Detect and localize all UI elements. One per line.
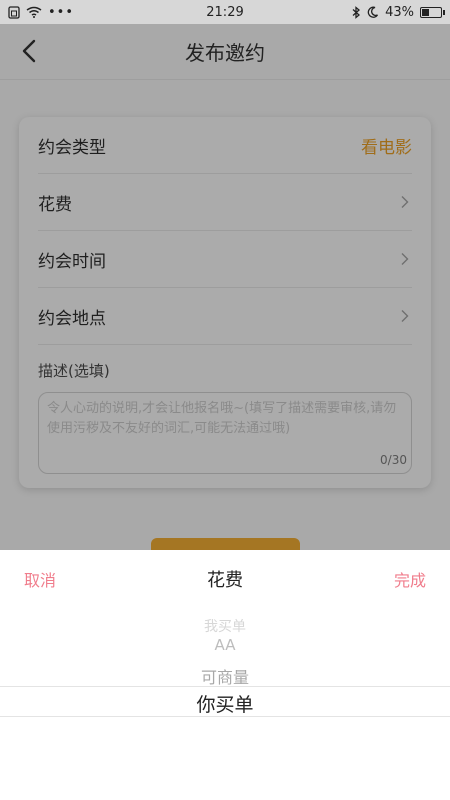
- status-right: 43%: [292, 4, 445, 20]
- description-label: 描述(选填): [38, 362, 110, 380]
- battery-icon: [420, 6, 445, 18]
- time-label: 约会时间: [38, 251, 106, 272]
- chevron-right-icon: [401, 310, 409, 322]
- description-placeholder: 令人心动的说明,才会让他报名哦~(填写了描述需要审核,请勿使用污秽及不友好的词汇…: [47, 401, 397, 436]
- time-row[interactable]: 约会时间: [38, 231, 412, 288]
- battery-percent: 43%: [385, 4, 414, 20]
- status-left: •••: [8, 5, 158, 20]
- header-bar: 发布邀约: [0, 24, 450, 80]
- sim-icon: [8, 5, 20, 19]
- place-row[interactable]: 约会地点: [38, 288, 412, 345]
- submit-button[interactable]: [151, 538, 300, 550]
- status-time: 21:29: [206, 4, 244, 20]
- date-type-label: 约会类型: [38, 137, 106, 158]
- date-type-row[interactable]: 约会类型 看电影: [38, 117, 412, 174]
- wifi-icon: [26, 6, 42, 18]
- picker-wheel[interactable]: 我买单 AA 可商量 你买单: [0, 608, 450, 728]
- cost-label: 花费: [38, 194, 72, 215]
- more-dots-icon: •••: [48, 4, 75, 20]
- bluetooth-icon: [352, 5, 361, 19]
- chevron-left-icon: [22, 39, 36, 63]
- date-type-value: 看电影: [361, 137, 412, 158]
- cancel-button[interactable]: 取消: [24, 567, 56, 591]
- picker-option[interactable]: 我买单: [0, 616, 450, 636]
- done-button[interactable]: 完成: [394, 567, 426, 591]
- moon-icon: [367, 6, 379, 18]
- cost-picker-sheet: 取消 花费 完成 我买单 AA 可商量 你买单: [0, 550, 450, 800]
- char-counter: 0/30: [380, 453, 407, 467]
- picker-option[interactable]: AA: [0, 636, 450, 654]
- chevron-right-icon: [401, 196, 409, 208]
- picker-option[interactable]: 可商量: [0, 664, 450, 688]
- place-label: 约会地点: [38, 308, 106, 329]
- page-title: 发布邀约: [185, 41, 265, 65]
- status-bar: ••• 21:29 43%: [0, 0, 450, 24]
- description-input[interactable]: 令人心动的说明,才会让他报名哦~(填写了描述需要审核,请勿使用污秽及不友好的词汇…: [38, 392, 412, 474]
- picker-option-selected[interactable]: 你买单: [0, 690, 450, 717]
- invite-form-card: 约会类型 看电影 花费 约会时间 约会地点 描述(选填) 令人心动的说明,才会让…: [19, 117, 431, 488]
- back-button[interactable]: [14, 36, 44, 66]
- battery-fill: [422, 8, 430, 16]
- cost-row[interactable]: 花费: [38, 174, 412, 231]
- picker-title: 花费: [207, 570, 243, 591]
- picker-header: 取消 花费 完成: [0, 550, 450, 608]
- chevron-right-icon: [401, 253, 409, 265]
